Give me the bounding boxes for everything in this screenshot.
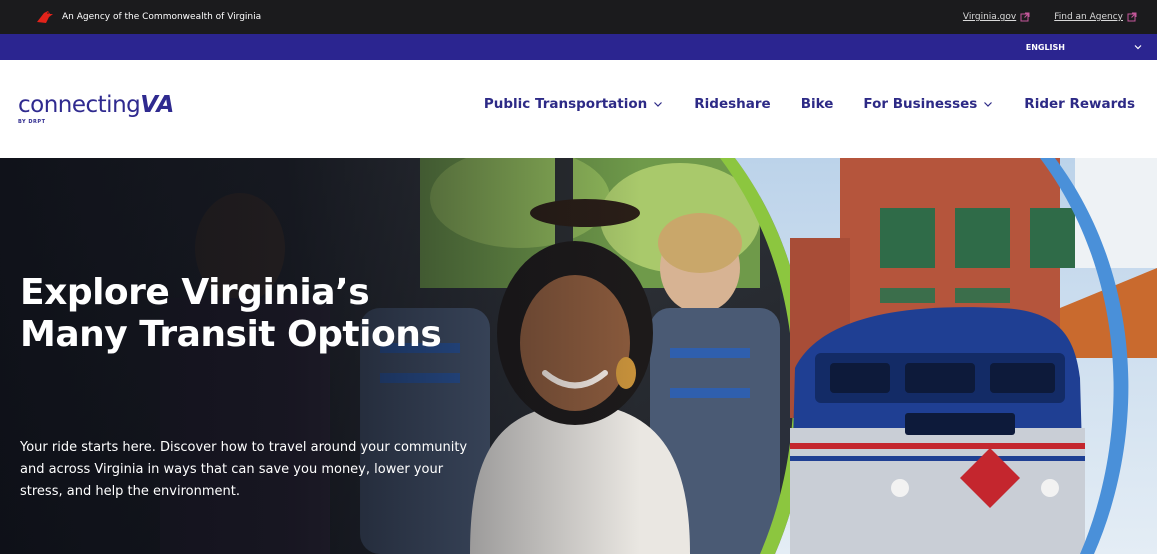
nav-bike[interactable]: Bike	[801, 96, 834, 112]
nav-label: Bike	[800, 96, 834, 112]
hero-section: Explore Virginia’s Many Transit Options …	[0, 158, 1157, 554]
virginia-gov-label: Virginia.gov	[962, 12, 1017, 22]
nav-rideshare[interactable]: Rideshare	[694, 96, 770, 112]
chevron-down-icon	[654, 102, 663, 107]
external-link-icon	[1127, 12, 1137, 22]
chevron-down-icon	[984, 102, 993, 107]
nav-label: Public Transportation	[483, 96, 648, 112]
agency-text: An Agency of the Commonwealth of Virgini…	[62, 12, 262, 22]
nav-label: Rider Rewards	[1024, 96, 1135, 112]
site-header: connecting VA BY DRPT Public Transportat…	[0, 60, 1157, 158]
logo-va-text: VA	[140, 92, 175, 118]
nav-rider-rewards[interactable]: Rider Rewards	[1024, 96, 1135, 112]
chevron-down-icon	[1134, 45, 1142, 50]
hero-subtitle: Your ride starts here. Discover how to t…	[20, 440, 468, 499]
main-nav: Public Transportation Rideshare Bike For…	[484, 96, 1135, 112]
logo-wordmark: connecting VA	[18, 92, 174, 118]
nav-for-businesses[interactable]: For Businesses	[863, 96, 994, 112]
virginia-gov-link[interactable]: Virginia.gov	[963, 12, 1030, 22]
nav-label: Rideshare	[694, 96, 771, 112]
external-link-icon	[1020, 12, 1030, 22]
agency-identity: An Agency of the Commonwealth of Virgini…	[34, 9, 261, 25]
language-selected: ENGLISH	[1025, 42, 1065, 52]
find-agency-link[interactable]: Find an Agency	[1054, 12, 1137, 22]
agency-links: Virginia.gov Find an Agency	[939, 0, 1137, 34]
cardinal-icon	[37, 11, 53, 23]
agency-bar: An Agency of the Commonwealth of Virgini…	[0, 0, 1157, 34]
find-agency-label: Find an Agency	[1054, 12, 1123, 22]
logo-connecting-text: connecting	[18, 92, 141, 118]
hero-title: Explore Virginia’s Many Transit Options	[20, 272, 442, 355]
language-bar: ENGLISH	[0, 34, 1157, 60]
connectingva-logo[interactable]: connecting VA BY DRPT	[18, 92, 174, 125]
nav-public-transportation[interactable]: Public Transportation	[484, 96, 664, 112]
nav-label: For Businesses	[863, 96, 978, 112]
language-select[interactable]: ENGLISH	[1026, 34, 1143, 60]
logo-subtext: BY DRPT	[18, 119, 46, 125]
